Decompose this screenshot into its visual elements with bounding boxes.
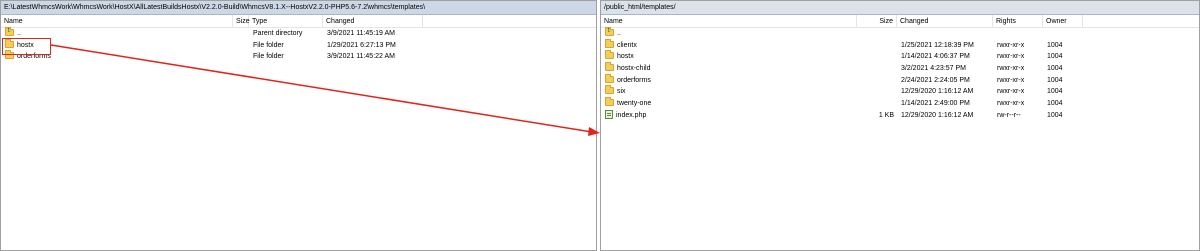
- changed-cell: 1/29/2021 6:27:13 PM: [327, 41, 396, 49]
- item-name: clientx: [617, 41, 637, 49]
- item-name: twenty-one: [617, 100, 652, 108]
- changed-cell: 3/2/2021 4:23:57 PM: [901, 65, 966, 73]
- list-item-index-php[interactable]: index.php 1 KB 12/29/2020 1:16:12 AM rw-…: [601, 109, 1199, 122]
- item-name: six: [617, 88, 626, 96]
- changed-cell: 3/9/2021 11:45:22 AM: [327, 53, 395, 61]
- name-cell: twenty-one: [605, 97, 652, 110]
- rights-cell: rwxr-xr-x: [997, 76, 1025, 84]
- folder-icon: [605, 73, 614, 83]
- list-item-hostx[interactable]: hostx File folder 1/29/2021 6:27:13 PM: [1, 38, 596, 52]
- list-item-parent[interactable]: ⮤.. Parent directory 3/9/2021 11:45:19 A…: [1, 27, 596, 40]
- list-item-orderforms[interactable]: orderforms 2/24/2021 2:24:05 PM rwxr-xr-…: [601, 73, 1199, 87]
- type-cell: File folder: [253, 41, 284, 49]
- changed-cell: 1/14/2021 2:49:00 PM: [901, 100, 970, 108]
- item-name: ..: [617, 30, 621, 37]
- column-size[interactable]: Size: [233, 15, 250, 28]
- changed-cell: 1/25/2021 12:18:39 PM: [901, 41, 974, 49]
- changed-cell: 3/9/2021 11:45:19 AM: [327, 30, 395, 37]
- rights-cell: rw-r--r--: [997, 111, 1021, 119]
- owner-cell: 1004: [1047, 41, 1063, 49]
- folder-icon: [605, 85, 614, 95]
- list-item-twenty-one[interactable]: twenty-one 1/14/2021 2:49:00 PM rwxr-xr-…: [601, 97, 1199, 110]
- local-path-bar[interactable]: E:\LatestWhmcsWork\WhmcsWork\HostX\AllLa…: [1, 1, 596, 15]
- size-cell: 1 KB: [878, 111, 894, 119]
- parent-folder-icon: ⮤: [605, 27, 614, 36]
- highlight-box: [2, 38, 51, 55]
- changed-cell: 2/24/2021 2:24:05 PM: [901, 76, 970, 84]
- owner-cell: 1004: [1047, 111, 1063, 119]
- changed-cell: 12/29/2020 1:16:12 AM: [901, 111, 974, 119]
- local-file-pane: E:\LatestWhmcsWork\WhmcsWork\HostX\AllLa…: [0, 0, 597, 251]
- item-name: hostx: [617, 53, 634, 61]
- column-name[interactable]: Name: [1, 15, 233, 28]
- remote-column-header: Name Size Changed Rights Owner: [601, 15, 1199, 28]
- column-changed[interactable]: Changed: [897, 15, 993, 28]
- column-size[interactable]: Size: [857, 15, 897, 28]
- column-rights[interactable]: Rights: [993, 15, 1043, 28]
- php-file-icon: [605, 109, 613, 119]
- owner-cell: 1004: [1047, 65, 1063, 73]
- list-item-parent[interactable]: ⮤..: [601, 27, 1199, 40]
- list-item-six[interactable]: six 12/29/2020 1:16:12 AM rwxr-xr-x 1004: [601, 85, 1199, 98]
- list-item-hostx-child[interactable]: hostx-child 3/2/2021 4:23:57 PM rwxr-xr-…: [601, 62, 1199, 75]
- owner-cell: 1004: [1047, 100, 1063, 108]
- rights-cell: rwxr-xr-x: [997, 65, 1025, 73]
- rights-cell: rwxr-xr-x: [997, 41, 1025, 49]
- column-owner[interactable]: Owner: [1043, 15, 1083, 28]
- rights-cell: rwxr-xr-x: [997, 88, 1025, 96]
- type-cell: File folder: [253, 53, 284, 61]
- folder-icon: [605, 38, 614, 48]
- item-name: index.php: [616, 111, 647, 119]
- type-cell: Parent directory: [253, 30, 303, 37]
- rights-cell: rwxr-xr-x: [997, 53, 1025, 61]
- owner-cell: 1004: [1047, 53, 1063, 61]
- column-name[interactable]: Name: [601, 15, 857, 28]
- list-item-orderforms[interactable]: orderforms File folder 3/9/2021 11:45:22…: [1, 50, 596, 63]
- column-changed[interactable]: Changed: [323, 15, 423, 28]
- name-cell: index.php: [605, 109, 647, 122]
- item-name: ..: [17, 30, 21, 37]
- column-type[interactable]: Type: [249, 15, 323, 28]
- owner-cell: 1004: [1047, 76, 1063, 84]
- list-item-clientx[interactable]: clientx 1/25/2021 12:18:39 PM rwxr-xr-x …: [601, 38, 1199, 52]
- item-name: orderforms: [617, 76, 651, 84]
- parent-folder-icon: ⮤: [5, 27, 14, 36]
- remote-file-pane: /public_html/templates/ Name Size Change…: [600, 0, 1200, 251]
- remote-path-bar[interactable]: /public_html/templates/: [601, 1, 1199, 15]
- folder-icon: [605, 97, 614, 107]
- owner-cell: 1004: [1047, 88, 1063, 96]
- rights-cell: rwxr-xr-x: [997, 100, 1025, 108]
- name-cell: hostx-child: [605, 62, 651, 75]
- folder-icon: [605, 50, 614, 60]
- changed-cell: 1/14/2021 4:06:37 PM: [901, 53, 970, 61]
- changed-cell: 12/29/2020 1:16:12 AM: [901, 88, 974, 96]
- local-column-header: Name Size Type Changed: [1, 15, 596, 28]
- name-cell: orderforms: [605, 73, 651, 87]
- list-item-hostx[interactable]: hostx 1/14/2021 4:06:37 PM rwxr-xr-x 100…: [601, 50, 1199, 63]
- item-name: hostx-child: [617, 65, 651, 73]
- folder-icon: [605, 62, 614, 72]
